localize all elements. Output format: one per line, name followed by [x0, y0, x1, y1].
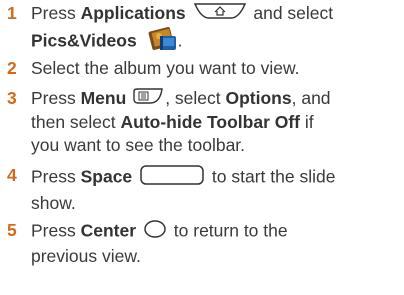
step-text: Select the album you want to view.	[31, 57, 401, 80]
step-number: 2	[7, 58, 17, 78]
step-3: 3 Press Menu , select Options, and then …	[0, 87, 401, 157]
step-number: 5	[7, 220, 17, 240]
step-4: 4 Press Space to start the slide show.	[0, 164, 401, 215]
step-line: show.	[31, 193, 76, 213]
step-line: then select Auto-hide Toolbar Off if	[31, 112, 314, 133]
menu-key-icon	[132, 87, 164, 111]
step-number: 4	[7, 165, 17, 185]
step-line: you want to see the toolbar.	[31, 135, 246, 156]
step-number: 3	[7, 88, 17, 108]
step-5: 5 Press Center to return to the previous…	[0, 219, 401, 268]
step-text: Press Applications and select Pics&Video…	[31, 2, 401, 58]
step-line: Pics&Videos .	[31, 26, 401, 58]
space-key-icon	[139, 164, 205, 192]
step-line: Press Menu , select Options, and	[31, 87, 401, 111]
step-text: Press Menu , select Options, and then se…	[31, 87, 401, 157]
pics-videos-app-icon	[146, 26, 178, 58]
step-line: Press Space to start the slide	[31, 164, 401, 192]
step-text: Press Center to return to the previous v…	[31, 219, 401, 268]
center-key-icon	[143, 219, 167, 245]
step-number: 1	[7, 3, 17, 23]
applications-key-icon	[193, 2, 247, 26]
step-text: Press Space to start the slide show.	[31, 164, 401, 215]
step-1: 1 Press Applications and select Pics&Vid…	[0, 2, 401, 58]
step-line: Select the album you want to view.	[31, 58, 300, 78]
step-line: Press Center to return to the	[31, 219, 401, 245]
instruction-steps: 1 Press Applications and select Pics&Vid…	[0, 0, 404, 295]
step-line: previous view.	[31, 246, 141, 266]
step-2: 2 Select the album you want to view.	[0, 57, 401, 80]
step-line: Press Applications and select	[31, 2, 401, 26]
